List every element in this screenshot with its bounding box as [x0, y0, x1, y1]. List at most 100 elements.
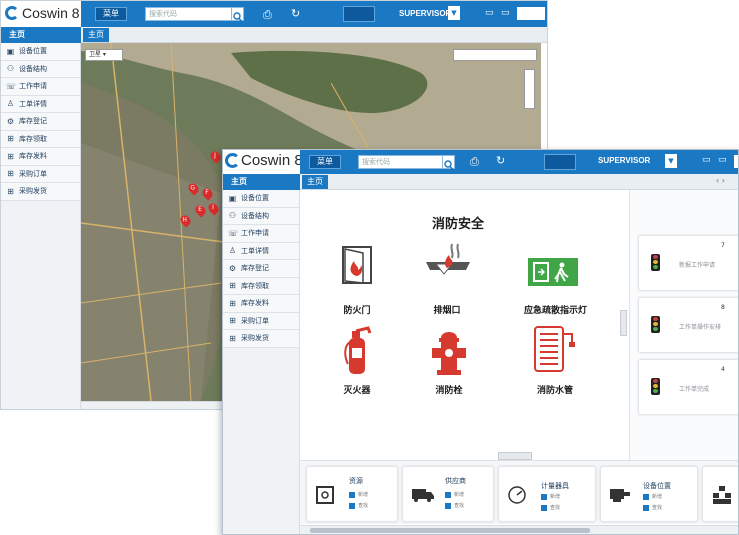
equipment-icon: [610, 489, 630, 502]
sidebar-item[interactable]: ▣ 设备位置: [1, 43, 80, 61]
front-home-header: 主页: [223, 174, 300, 190]
card-new-link[interactable]: 新增: [349, 491, 368, 498]
cart-icon: ⊞: [7, 186, 14, 196]
emergency-exit-sign-icon[interactable]: [527, 257, 579, 287]
fire-hose-icon[interactable]: [532, 324, 578, 376]
search-button[interactable]: [231, 7, 244, 22]
card-find-link[interactable]: 查找: [541, 504, 560, 511]
sidebar-item[interactable]: ☏ 工作申请: [1, 78, 80, 96]
settings-icon[interactable]: [517, 7, 545, 20]
map-toolbar[interactable]: [453, 49, 537, 61]
bottom-card-structure[interactable]: [702, 466, 738, 522]
sidebar-item-purchase-delivery[interactable]: ⊞ 采购发货: [223, 330, 299, 348]
cart-icon: ⊞: [229, 333, 236, 343]
tab-home[interactable]: 主页: [302, 175, 328, 189]
fire-door-label: 防火门: [343, 306, 371, 316]
map-type-dropdown[interactable]: 卫星 ▾: [85, 49, 123, 61]
fire-hose-label: 消防水管: [536, 386, 573, 396]
zoom-control[interactable]: [524, 69, 535, 109]
traffic-light-icon: [651, 378, 660, 395]
bottom-card-resources[interactable]: 资源 新增 查找: [306, 466, 398, 522]
sidebar-item[interactable]: ⚙ 库存登记: [1, 113, 80, 131]
smoke-vent-icon[interactable]: [422, 242, 474, 282]
app-logo: Coswin 8: [241, 152, 303, 169]
front-sidebar: ▣ 设备位置 ⚇ 设备结构 ☏ 工作申请 ♙ 工单详情 ⚙ 库存登记 ⊞ 库存领取 ⊞ 库存发…: [223, 190, 300, 534]
panel-resize-handle[interactable]: [620, 310, 627, 336]
menu-button[interactable]: 菜单: [95, 7, 127, 21]
kpi-card-new-requests[interactable]: 7 新报工作申请: [638, 235, 738, 291]
card-find-link[interactable]: 查找: [643, 504, 662, 511]
find-icon: [349, 502, 355, 509]
search-input[interactable]: 搜索代码: [358, 155, 448, 169]
coswin-logo-mark: [225, 153, 240, 168]
card-new-link[interactable]: 新增: [541, 493, 560, 500]
scrollbar-thumb[interactable]: [310, 528, 590, 533]
search-input[interactable]: 搜索代码: [145, 7, 235, 21]
cart-icon: ⊞: [7, 151, 14, 161]
kpi-card-work-orders-scheduled[interactable]: 8 工作单操作安排: [638, 297, 738, 353]
window-icon[interactable]: ▭: [485, 9, 494, 18]
print-icon[interactable]: ⎙: [263, 9, 272, 20]
refresh-icon[interactable]: ↻: [291, 8, 300, 19]
gear-icon: ⚙: [228, 263, 237, 273]
search-button[interactable]: [442, 155, 455, 170]
layout-icon[interactable]: ▭: [501, 9, 510, 18]
fire-door-icon[interactable]: [337, 245, 377, 285]
gauge-icon: [508, 486, 526, 504]
user-dropdown-button[interactable]: ▼: [448, 6, 460, 20]
refresh-icon[interactable]: ↻: [496, 155, 505, 166]
card-find-link[interactable]: 查找: [349, 502, 368, 509]
chat-icon: ☏: [6, 81, 17, 91]
kpi-card-work-orders-completed[interactable]: 4 工作单完成: [638, 359, 738, 415]
sidebar-item[interactable]: ⊞ 采购发货: [1, 183, 80, 201]
structure-icon: ⚇: [6, 64, 15, 74]
settings-icon[interactable]: [734, 155, 738, 168]
sidebar-item[interactable]: ♙ 工单详情: [1, 95, 80, 113]
front-window: Coswin 8 菜单 搜索代码 ⎙ ↻ SUPERVISOR ▼ ▭ ▭ 主页…: [222, 149, 739, 535]
fire-extinguisher-icon[interactable]: [340, 324, 374, 376]
cart-icon: ⊞: [7, 169, 14, 179]
sidebar-item-work-request[interactable]: ☏ 工作申请: [223, 225, 299, 243]
fire-extinguisher-label: 灭火器: [343, 386, 371, 396]
bottom-card-equipment-location[interactable]: 设备位置 新增 查找: [600, 466, 698, 522]
safe-icon: [316, 486, 334, 504]
sidebar-item-stock-receive[interactable]: ⊞ 库存领取: [223, 277, 299, 295]
cart-icon: ⊞: [229, 316, 236, 326]
layout-icon[interactable]: ▭: [718, 156, 727, 165]
sidebar-item[interactable]: ⊞ 采购订单: [1, 165, 80, 183]
sidebar-item-purchase-order[interactable]: ⊞ 采购订单: [223, 312, 299, 330]
fire-safety-title: 消防安全: [432, 217, 485, 232]
panel-pager[interactable]: [498, 452, 532, 460]
card-find-link[interactable]: 查找: [445, 502, 464, 509]
bottom-card-meters[interactable]: 计量器具 新增 查找: [498, 466, 596, 522]
sidebar-item[interactable]: ⊞ 库存发料: [1, 148, 80, 166]
print-icon[interactable]: ⎙: [470, 156, 479, 167]
card-title: 资源: [349, 477, 363, 485]
sidebar-item-equipment-structure[interactable]: ⚇ 设备结构: [223, 207, 299, 225]
new-icon: [445, 491, 451, 498]
tab-home[interactable]: 主页: [83, 28, 109, 42]
bottom-card-suppliers[interactable]: 供应商 新增 查找: [402, 466, 494, 522]
user-icon[interactable]: [544, 154, 576, 170]
user-icon[interactable]: [343, 6, 375, 22]
gear-icon: ⚙: [6, 116, 15, 126]
card-new-link[interactable]: 新增: [643, 493, 662, 500]
sidebar-item[interactable]: ⊞ 库存领取: [1, 130, 80, 148]
search-icon: [444, 160, 454, 170]
user-dropdown-button[interactable]: ▼: [665, 154, 677, 168]
sidebar-item-equipment-location[interactable]: ▣ 设备位置: [223, 190, 299, 208]
card-new-link[interactable]: 新增: [445, 491, 464, 498]
menu-button[interactable]: 菜单: [309, 155, 341, 169]
horizontal-scrollbar[interactable]: [300, 525, 738, 534]
fire-hydrant-icon[interactable]: [429, 324, 469, 376]
tab-scroll-arrows[interactable]: ‹ ›: [716, 176, 736, 188]
window-icon[interactable]: ▭: [702, 156, 711, 165]
sidebar-item-stock-register[interactable]: ⚙ 库存登记: [223, 260, 299, 278]
back-sidebar: ▣ 设备位置 ⚇ 设备结构 ☏ 工作申请 ♙ 工单详情 ⚙ 库存登记 ⊞ 库存领取 ⊞ 库存发…: [1, 43, 81, 409]
sidebar-item-stock-issue[interactable]: ⊞ 库存发料: [223, 295, 299, 313]
sidebar-item-work-order[interactable]: ♙ 工单详情: [223, 242, 299, 260]
card-title: 计量器具: [541, 482, 569, 490]
fire-safety-panel: 消防安全 防火门 排烟口 应急疏散指示灯 灭火器 消防栓 消防水管: [300, 190, 630, 460]
sidebar-item[interactable]: ⚇ 设备结构: [1, 60, 80, 78]
card-title: 设备位置: [643, 482, 671, 490]
